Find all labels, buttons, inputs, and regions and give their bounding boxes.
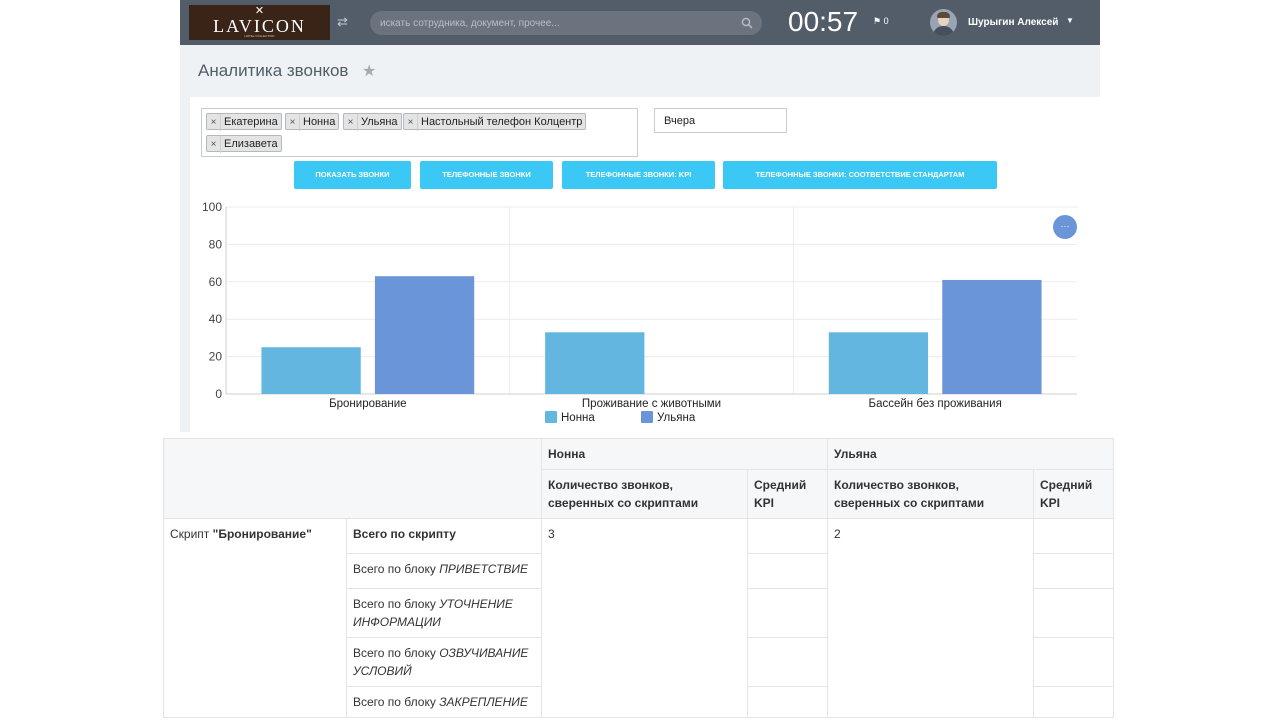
kpi-cell [747, 637, 828, 687]
y-tick-label: 60 [209, 275, 223, 289]
calls-bar-chart: 0 20 40 60 80 100 Бронирование Проживание с жив… [202, 200, 1077, 424]
work-time-clock[interactable]: 00:57 [788, 6, 858, 38]
page-title: Аналитика звонков [198, 61, 349, 80]
logo-subtext: HOTEL COLLECTION [244, 34, 275, 38]
y-tick-label: 20 [209, 350, 223, 364]
operator-header: Ульяна [827, 438, 1114, 470]
kpi-cell [747, 553, 828, 589]
category-label: Проживание с животными [582, 398, 721, 410]
top-bar: ✕ LAVICON HOTEL COLLECTION ⇄ 00:57 ⚑ 0 Ш… [180, 0, 1100, 45]
user-avatar[interactable] [930, 9, 957, 36]
script-total-label: Всего по скрипту [346, 518, 542, 554]
bar-Нонна [828, 332, 929, 394]
block-total-label: Всего по блоку ПРИВЕТСТВИЕ [346, 553, 542, 589]
legend-swatch [545, 411, 557, 423]
search-box[interactable] [370, 11, 762, 35]
flag-icon: ⚑ [873, 16, 882, 26]
app-window: ✕ LAVICON HOTEL COLLECTION ⇄ 00:57 ⚑ 0 Ш… [180, 0, 1100, 432]
script-name-cell: Скрипт "Бронирование" [163, 518, 347, 718]
company-logo[interactable]: ✕ LAVICON HOTEL COLLECTION [189, 5, 330, 40]
calls-count-cell: 3 [541, 518, 748, 718]
category-label: Бассейн без проживания [869, 398, 1002, 410]
calls-count-cell: 2 [827, 518, 1034, 718]
bar-Нонна [545, 332, 645, 394]
chevron-down-icon[interactable]: ▼ [1066, 16, 1074, 25]
y-tick-label: 0 [215, 387, 222, 401]
analytics-panel: × Екатерина × Нонна × Ульяна × Настольный те… [190, 97, 1100, 432]
category-label: Бронирование [329, 398, 406, 410]
user-name[interactable]: Шурыгин Алексей [968, 17, 1058, 28]
bar-Ульяна [942, 279, 1042, 394]
report-table: Нонна Ульяна Количество звонков, сверенн… [163, 438, 1114, 718]
kpi-cell [1033, 588, 1114, 638]
kpi-column-header: Средний KPI [747, 469, 828, 519]
search-icon[interactable] [741, 17, 753, 29]
kpi-cell [1033, 686, 1114, 718]
star-icon[interactable]: ★ [362, 61, 376, 81]
kpi-cell [747, 588, 828, 638]
kpi-cell [747, 518, 828, 554]
notification-count: 0 [883, 16, 889, 26]
calls-column-header: Количество звонков, сверенных со скрипта… [541, 469, 748, 519]
logo-text: LAVICON [213, 16, 306, 36]
kpi-column-header: Средний KPI [1033, 469, 1114, 519]
swap-icon[interactable]: ⇄ [337, 14, 348, 30]
chart-menu-button[interactable]: ··· [1053, 215, 1077, 239]
block-total-label: Всего по блоку ЗАКРЕПЛЕНИЕ [346, 686, 542, 718]
table-corner [163, 438, 542, 519]
block-total-label: Всего по блоку УТОЧНЕНИЕ ИНФОРМАЦИИ [346, 588, 542, 638]
kpi-cell [1033, 518, 1114, 554]
y-tick-label: 40 [209, 312, 223, 326]
search-input[interactable] [380, 11, 730, 35]
y-tick-label: 100 [202, 200, 222, 214]
legend-label: Ульяна [657, 412, 696, 424]
kpi-cell [1033, 637, 1114, 687]
y-tick-label: 80 [209, 237, 223, 251]
legend-label: Нонна [561, 412, 595, 424]
bar-Ульяна [374, 276, 475, 394]
calls-column-header: Количество звонков, сверенных со скрипта… [827, 469, 1034, 519]
legend-swatch [641, 411, 653, 423]
kpi-cell [1033, 553, 1114, 589]
operator-header: Нонна [541, 438, 828, 470]
notifications[interactable]: ⚑ 0 [873, 16, 889, 27]
bar-Нонна [261, 347, 361, 394]
block-total-label: Всего по блоку ОЗВУЧИВАНИЕ УСЛОВИЙ [346, 637, 542, 687]
kpi-cell [747, 686, 828, 718]
